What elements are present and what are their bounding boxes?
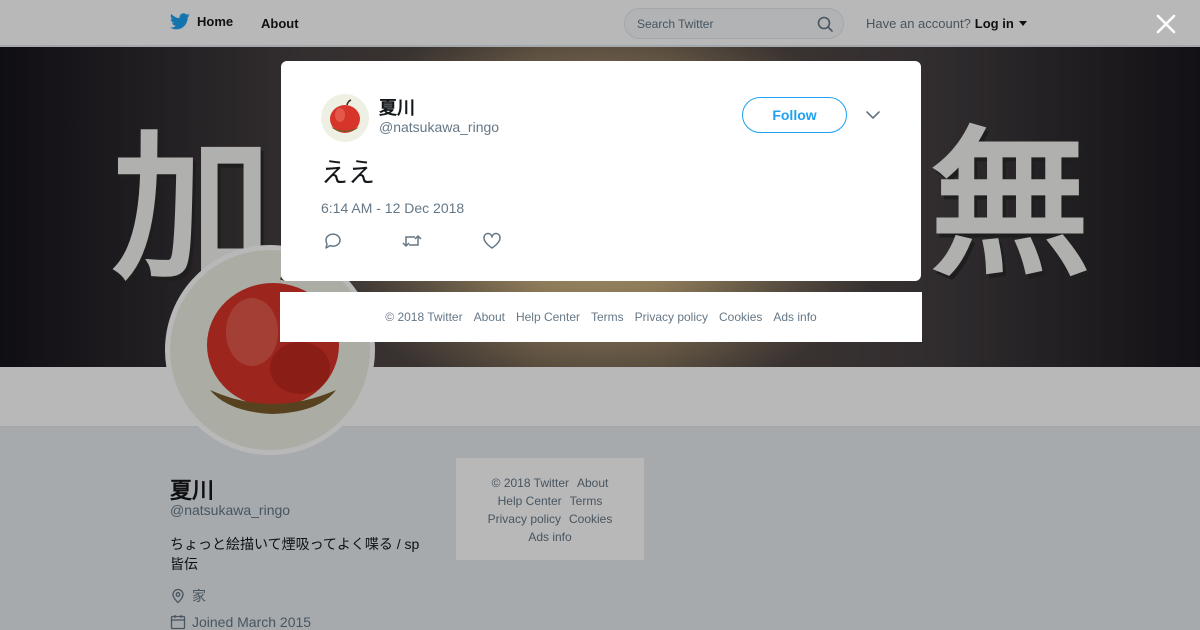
modal-footer-link-cookies[interactable]: Cookies xyxy=(719,310,762,324)
tweet-author-name[interactable]: 夏川 xyxy=(379,94,415,120)
modal-footer-link-ads-info[interactable]: Ads info xyxy=(773,310,816,324)
modal-footer-copyright: © 2018 Twitter xyxy=(385,310,463,324)
tweet-author-handle[interactable]: @natsukawa_ringo xyxy=(379,119,499,135)
modal-footer-link-terms[interactable]: Terms xyxy=(591,310,624,324)
tweet-avatar[interactable] xyxy=(321,94,369,142)
reply-icon[interactable] xyxy=(322,231,344,251)
chevron-down-icon[interactable] xyxy=(865,109,881,121)
follow-button[interactable]: Follow xyxy=(742,97,847,133)
tweet-text: ええ xyxy=(321,158,375,189)
tweet-modal: 夏川 @natsukawa_ringo Follow ええ 6:14 AM - … xyxy=(281,61,921,281)
heart-icon[interactable] xyxy=(481,231,503,251)
modal-footer-link-about[interactable]: About xyxy=(474,310,505,324)
apple-avatar-image xyxy=(330,99,360,133)
modal-footer-link-help-center[interactable]: Help Center xyxy=(516,310,580,324)
tweet-timestamp[interactable]: 6:14 AM - 12 Dec 2018 xyxy=(321,200,464,216)
retweet-icon[interactable] xyxy=(401,231,423,251)
modal-footer-link-privacy[interactable]: Privacy policy xyxy=(635,310,708,324)
modal-footer: © 2018 Twitter About Help Center Terms P… xyxy=(280,292,922,342)
close-icon[interactable] xyxy=(1154,12,1178,36)
